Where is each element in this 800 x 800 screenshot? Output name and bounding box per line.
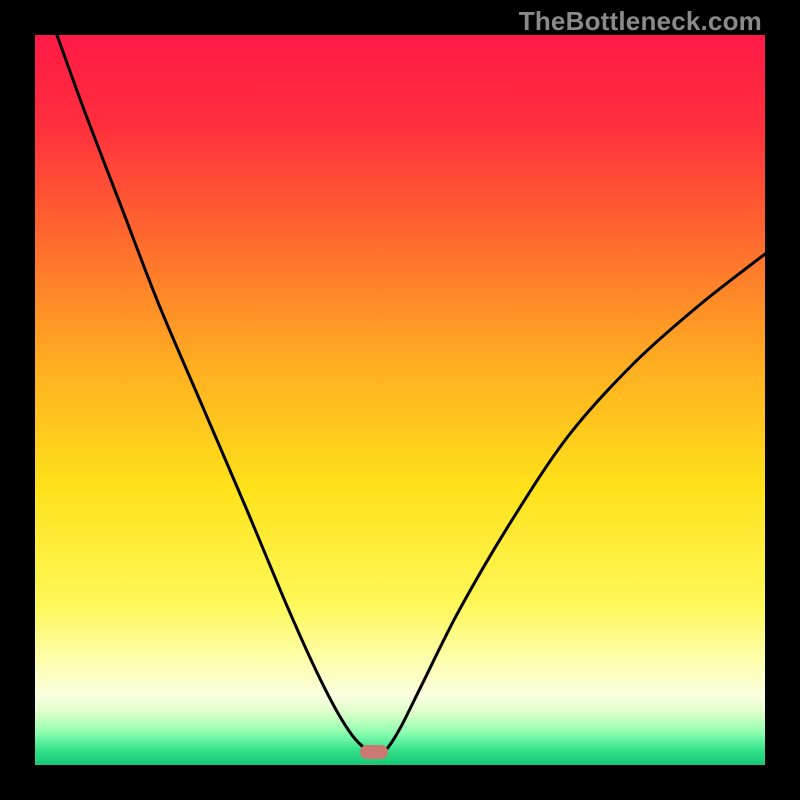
bottleneck-curve (35, 35, 765, 765)
watermark-text: TheBottleneck.com (519, 6, 762, 37)
chart-frame: TheBottleneck.com (0, 0, 800, 800)
plot-area (35, 35, 765, 765)
optimum-marker (360, 745, 388, 759)
